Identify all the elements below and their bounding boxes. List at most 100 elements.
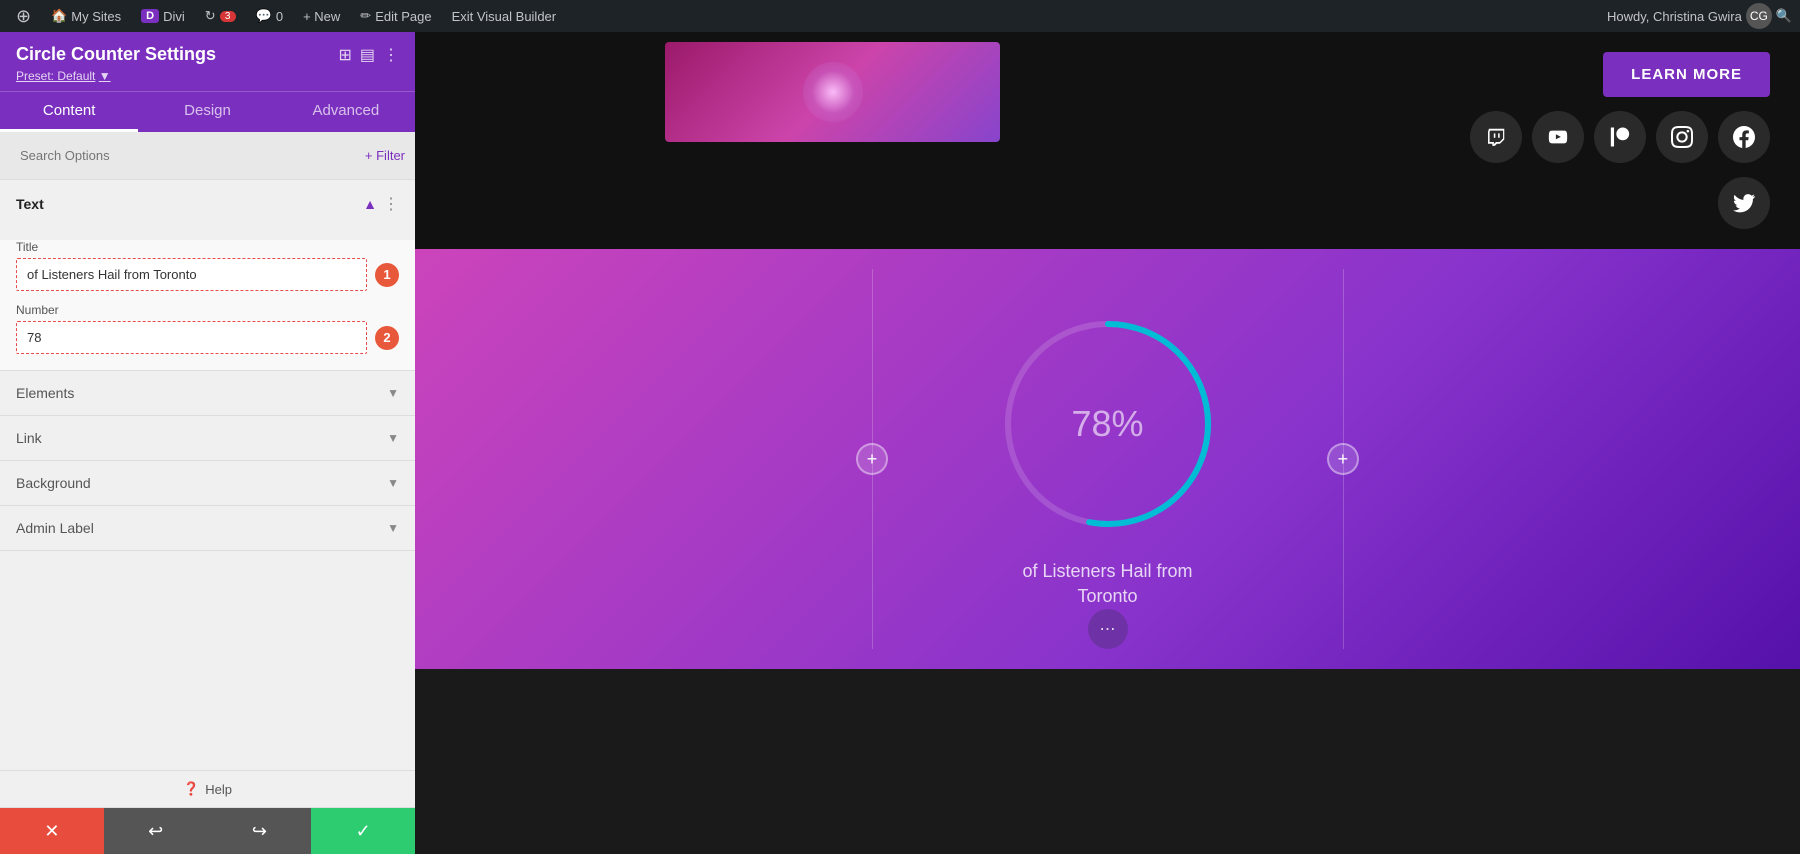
edit-page-label: Edit Page (375, 9, 431, 24)
new-label: + New (303, 9, 340, 24)
tab-content-label: Content (43, 102, 96, 119)
search-toolbar-icon[interactable]: 🔍 (1776, 8, 1792, 24)
user-avatar[interactable]: CG (1746, 3, 1772, 29)
text-section-body: Title 1 Number 2 (0, 240, 415, 370)
my-sites-item[interactable]: 🏠 My Sites (43, 0, 129, 32)
elements-section: Elements ▼ (0, 371, 415, 416)
twitch-icon-circle[interactable] (1470, 111, 1522, 163)
redo-icon: ↪ (252, 821, 267, 842)
my-sites-label: My Sites (71, 9, 121, 24)
cancel-icon: ✕ (44, 821, 59, 842)
three-dots-icon: ⋯ (1100, 619, 1116, 639)
background-section-title: Background (16, 475, 91, 491)
divi-label: Divi (163, 9, 185, 24)
tab-advanced-label: Advanced (312, 102, 379, 119)
redo-button[interactable]: ↪ (208, 808, 312, 854)
page-content-area[interactable]: LEARN MORE (415, 32, 1800, 854)
learn-more-label: LEARN MORE (1631, 66, 1742, 83)
exit-builder-item[interactable]: Exit Visual Builder (444, 0, 565, 32)
comments-item[interactable]: 💬 0 (248, 0, 291, 32)
number-input[interactable] (16, 321, 367, 354)
comments-count: 0 (276, 9, 283, 24)
home-icon: 🏠 (51, 8, 67, 24)
preset-label: Preset: Default (16, 69, 95, 83)
cancel-button[interactable]: ✕ (0, 808, 104, 854)
admin-label-section: Admin Label ▼ (0, 506, 415, 551)
panel-preset: Preset: Default ▼ (16, 69, 399, 83)
comment-icon: 💬 (256, 8, 272, 24)
tab-design[interactable]: Design (138, 92, 276, 132)
title-input[interactable] (16, 258, 367, 291)
link-section-title: Link (16, 430, 42, 446)
twitter-icon-circle[interactable] (1718, 177, 1770, 229)
link-section-header[interactable]: Link ▼ (0, 416, 415, 460)
title-badge: 1 (375, 263, 399, 287)
layout-icon[interactable]: ▤ (360, 45, 375, 65)
elements-section-title: Elements (16, 385, 74, 401)
text-section-header[interactable]: Text ▲ ⋮ (0, 180, 415, 228)
circle-counter-title: of Listeners Hail fromToronto (1022, 559, 1192, 609)
panel-title: Circle Counter Settings (16, 44, 216, 65)
social-icons-row (1470, 111, 1770, 163)
panel-header: Circle Counter Settings ⊞ ▤ ⋮ Preset: De… (0, 32, 415, 91)
youtube-icon-circle[interactable] (1532, 111, 1584, 163)
howdy-text: Howdy, Christina Gwira (1607, 9, 1742, 24)
add-column-left-button[interactable]: + (856, 443, 888, 475)
updates-item[interactable]: ↻ 3 (197, 0, 244, 32)
admin-label-section-header[interactable]: Admin Label ▼ (0, 506, 415, 550)
maximize-icon[interactable]: ⊞ (338, 45, 351, 65)
search-input[interactable] (10, 140, 357, 171)
patreon-icon-circle[interactable] (1594, 111, 1646, 163)
social-icons-row-2 (1718, 177, 1770, 229)
wp-logo-item[interactable]: ⊕ (8, 0, 39, 32)
more-icon[interactable]: ⋮ (383, 45, 399, 65)
undo-button[interactable]: ↩ (104, 808, 208, 854)
three-dot-menu-button[interactable]: ⋯ (1088, 609, 1128, 649)
search-row: + Filter (0, 132, 415, 180)
text-section: Text ▲ ⋮ Title 1 Number (0, 180, 415, 371)
divi-icon: D (141, 9, 159, 23)
title-field-label: Title (16, 240, 399, 254)
number-field-row: 2 (16, 321, 399, 354)
help-row: ❓ Help (0, 771, 415, 808)
visual-builder-panel: LEARN MORE (415, 32, 1800, 854)
link-section: Link ▼ (0, 416, 415, 461)
admin-label-chevron-icon: ▼ (387, 521, 399, 535)
add-column-right-button[interactable]: + (1327, 443, 1359, 475)
update-icon: ↻ (205, 8, 216, 24)
instagram-icon-circle[interactable] (1656, 111, 1708, 163)
divi-item[interactable]: D Divi (133, 0, 193, 32)
undo-icon: ↩ (148, 821, 163, 842)
circle-counter-widget: 78% of Listeners Hail fromToronto (993, 309, 1223, 609)
background-section: Background ▼ (0, 461, 415, 506)
text-section-icons: ▲ ⋮ (363, 194, 399, 214)
learn-more-button[interactable]: LEARN MORE (1603, 52, 1770, 97)
settings-panel: Circle Counter Settings ⊞ ▤ ⋮ Preset: De… (0, 32, 415, 854)
pencil-icon: ✏ (360, 8, 371, 24)
text-section-menu[interactable]: ⋮ (383, 194, 399, 214)
preset-arrow[interactable]: ▼ (99, 69, 111, 83)
filter-button[interactable]: + Filter (365, 148, 405, 163)
right-sidebar-content: LEARN MORE (1470, 42, 1770, 229)
new-item[interactable]: + New (295, 0, 348, 32)
top-section: LEARN MORE (415, 32, 1800, 249)
wp-admin-bar: ⊕ 🏠 My Sites D Divi ↻ 3 💬 0 + New ✏ Edit… (0, 0, 1800, 32)
tab-content[interactable]: Content (0, 92, 138, 132)
tab-advanced[interactable]: Advanced (277, 92, 415, 132)
link-chevron-icon: ▼ (387, 431, 399, 445)
background-section-header[interactable]: Background ▼ (0, 461, 415, 505)
edit-page-item[interactable]: ✏ Edit Page (352, 0, 439, 32)
hero-area (545, 42, 1450, 142)
circle-percentage-text: 78% (1071, 403, 1143, 445)
title-field-row: 1 (16, 258, 399, 291)
elements-section-header[interactable]: Elements ▼ (0, 371, 415, 415)
filter-label: + Filter (365, 148, 405, 163)
circle-svg-container: 78% (993, 309, 1223, 539)
background-chevron-icon: ▼ (387, 476, 399, 490)
number-badge: 2 (375, 326, 399, 350)
save-button[interactable]: ✓ (311, 808, 415, 854)
facebook-icon-circle[interactable] (1718, 111, 1770, 163)
text-section-chevron-up: ▲ (363, 196, 377, 212)
updates-count: 3 (220, 11, 236, 22)
panel-content: Text ▲ ⋮ Title 1 Number (0, 180, 415, 770)
